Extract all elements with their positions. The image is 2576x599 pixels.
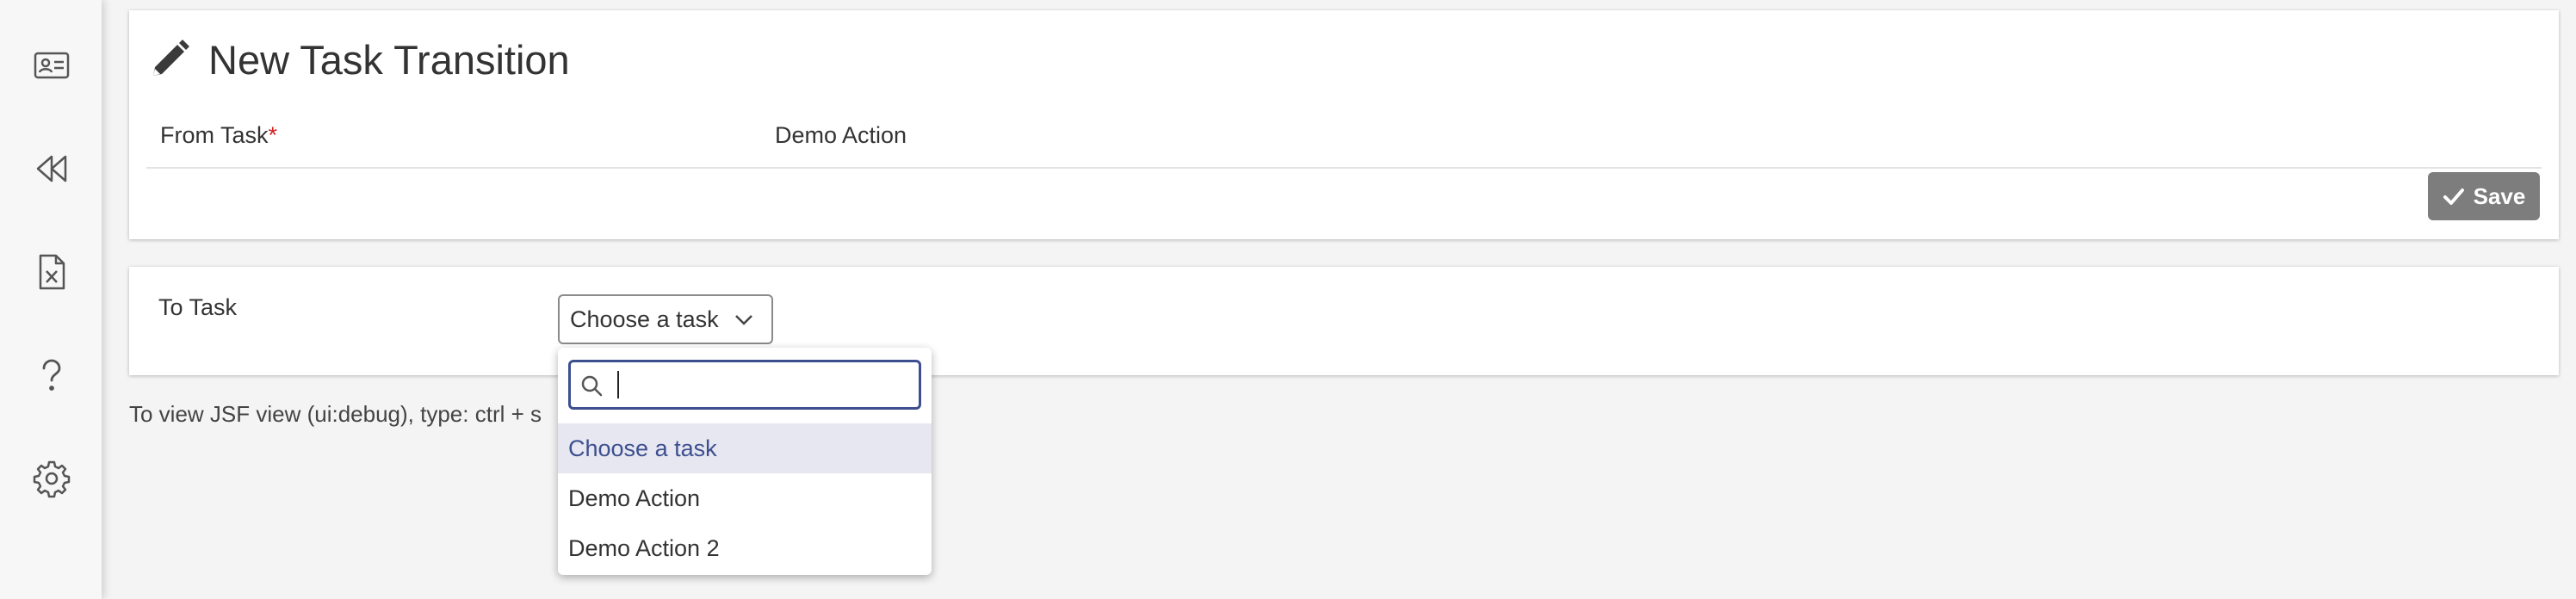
contact-card-icon[interactable] <box>29 43 74 88</box>
dropdown-option[interactable]: Choose a task <box>558 423 932 473</box>
gear-icon[interactable] <box>29 456 74 501</box>
to-task-label: To Task <box>158 294 238 320</box>
page-title: New Task Transition <box>208 36 570 83</box>
text-caret <box>617 371 619 398</box>
from-task-label-text: From Task <box>160 122 269 148</box>
help-icon[interactable] <box>29 353 74 398</box>
from-task-row: From Task* Demo Action <box>146 105 2542 169</box>
dropdown-option[interactable]: Demo Action 2 <box>558 523 932 573</box>
to-task-select-value: Choose a task <box>570 306 719 332</box>
page-header: New Task Transition <box>146 29 570 90</box>
chevron-down-icon <box>735 315 752 325</box>
rewind-icon[interactable] <box>29 146 74 191</box>
pencil-icon <box>153 40 189 76</box>
to-task-dropdown: Choose a task Demo Action Demo Action 2 <box>558 348 932 575</box>
check-icon <box>2443 188 2464 205</box>
dropdown-search-box[interactable] <box>568 360 921 410</box>
task-transition-panel: New Task Transition From Task* Demo Acti… <box>129 10 2559 239</box>
dropdown-option[interactable]: Demo Action <box>558 473 932 523</box>
from-task-label: From Task* <box>160 122 277 149</box>
required-mark: * <box>268 122 278 148</box>
debug-hint: To view JSF view (ui:debug), type: ctrl … <box>129 401 542 427</box>
excel-file-icon[interactable] <box>29 250 74 294</box>
to-task-select[interactable]: Choose a task <box>558 294 773 344</box>
sidebar <box>0 0 102 599</box>
from-task-value: Demo Action <box>775 122 907 148</box>
search-icon <box>581 375 603 397</box>
to-task-panel: To Task Choose a task <box>129 267 2559 375</box>
save-button[interactable]: Save <box>2428 172 2540 220</box>
dropdown-search-input[interactable] <box>609 367 913 404</box>
save-button-label: Save <box>2473 182 2526 209</box>
